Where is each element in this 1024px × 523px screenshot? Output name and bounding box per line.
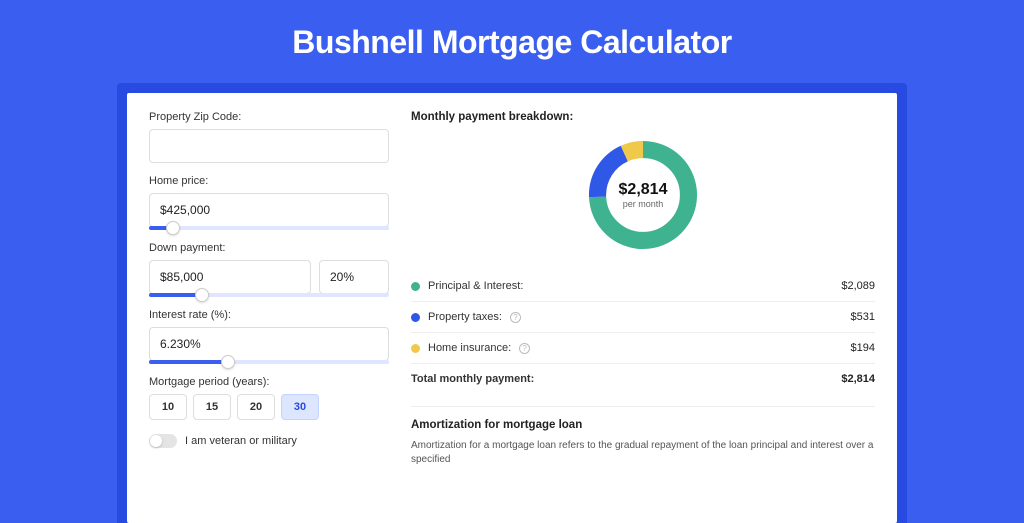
breakdown-column: Monthly payment breakdown: $2,814 per mo… — [411, 111, 875, 505]
home-price-label: Home price: — [149, 175, 389, 187]
line-item-label: Home insurance: — [428, 342, 511, 354]
line-item-principal: Principal & Interest: $2,089 — [411, 271, 875, 302]
field-zip: Property Zip Code: — [149, 111, 389, 163]
veteran-label: I am veteran or military — [185, 435, 297, 447]
line-item-value: $2,089 — [841, 280, 875, 292]
zip-input[interactable] — [149, 129, 389, 163]
legend-dot-icon — [411, 313, 420, 322]
line-item-label: Property taxes: — [428, 311, 502, 323]
down-amount-input[interactable] — [149, 260, 311, 294]
interest-rate-input[interactable] — [149, 327, 389, 361]
home-price-input[interactable] — [149, 193, 389, 227]
veteran-toggle[interactable] — [149, 434, 177, 448]
veteran-toggle-row: I am veteran or military — [149, 434, 389, 448]
card-backdrop: Property Zip Code: Home price: Down paym… — [117, 83, 907, 523]
zip-label: Property Zip Code: — [149, 111, 389, 123]
down-payment-label: Down payment: — [149, 242, 389, 254]
amortization-title: Amortization for mortgage loan — [411, 419, 875, 431]
interest-rate-label: Interest rate (%): — [149, 309, 389, 321]
info-icon[interactable]: ? — [510, 312, 521, 323]
donut-amount: $2,814 — [619, 181, 668, 199]
line-item-label: Principal & Interest: — [428, 280, 523, 292]
period-option-15[interactable]: 15 — [193, 394, 231, 420]
donut-center: $2,814 per month — [619, 181, 668, 209]
line-item-taxes: Property taxes: ? $531 — [411, 302, 875, 333]
period-option-30[interactable]: 30 — [281, 394, 319, 420]
interest-rate-slider[interactable] — [149, 360, 389, 364]
amortization-section: Amortization for mortgage loan Amortizat… — [411, 406, 875, 467]
mortgage-period-label: Mortgage period (years): — [149, 376, 389, 388]
legend-dot-icon — [411, 344, 420, 353]
donut-chart-wrap: $2,814 per month — [411, 135, 875, 255]
line-item-value: $194 — [851, 342, 875, 354]
slider-thumb[interactable] — [195, 288, 209, 302]
total-value: $2,814 — [841, 373, 875, 385]
info-icon[interactable]: ? — [519, 343, 530, 354]
period-option-10[interactable]: 10 — [149, 394, 187, 420]
slider-thumb[interactable] — [221, 355, 235, 369]
line-item-insurance: Home insurance: ? $194 — [411, 333, 875, 364]
line-item-value: $531 — [851, 311, 875, 323]
slider-thumb[interactable] — [166, 221, 180, 235]
donut-chart: $2,814 per month — [583, 135, 703, 255]
breakdown-list: Principal & Interest: $2,089 Property ta… — [411, 271, 875, 394]
period-options: 10 15 20 30 — [149, 394, 389, 420]
form-column: Property Zip Code: Home price: Down paym… — [149, 111, 389, 505]
calculator-card: Property Zip Code: Home price: Down paym… — [127, 93, 897, 523]
line-item-total: Total monthly payment: $2,814 — [411, 364, 875, 394]
down-payment-slider[interactable] — [149, 293, 389, 297]
field-mortgage-period: Mortgage period (years): 10 15 20 30 — [149, 376, 389, 420]
legend-dot-icon — [411, 282, 420, 291]
field-home-price: Home price: — [149, 175, 389, 230]
field-interest-rate: Interest rate (%): — [149, 309, 389, 364]
breakdown-title: Monthly payment breakdown: — [411, 111, 875, 123]
slider-fill — [149, 360, 228, 364]
down-percent-input[interactable] — [319, 260, 389, 294]
donut-sub: per month — [619, 199, 668, 209]
home-price-slider[interactable] — [149, 226, 389, 230]
field-down-payment: Down payment: — [149, 242, 389, 297]
amortization-text: Amortization for a mortgage loan refers … — [411, 439, 875, 467]
total-label: Total monthly payment: — [411, 373, 534, 385]
period-option-20[interactable]: 20 — [237, 394, 275, 420]
page-title: Bushnell Mortgage Calculator — [0, 0, 1024, 83]
